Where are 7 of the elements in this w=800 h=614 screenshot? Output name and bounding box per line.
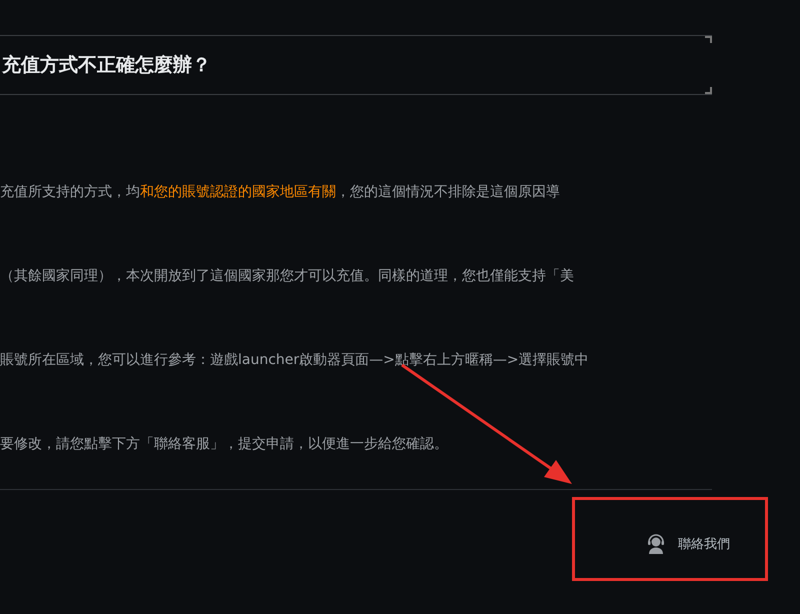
support-agent-icon [646, 534, 666, 554]
answer-paragraph: 要修改，請您點擊下方「聯絡客服」，提交申請，以便進一步給您確認。 [0, 435, 449, 452]
answer-paragraph: （其餘國家同理），本次開放到了這個國家那您才可以充值。同樣的道理，您也僅能支持「美 [0, 267, 575, 284]
question-title: 充值方式不正確怎麼辦？ [1, 53, 211, 78]
answer-paragraph: 充值所支持的方式，均和您的賬號認證的國家地區有關，您的這個情況不排除是這個原因導 [0, 183, 561, 200]
answer-paragraph: 賬號所在區域，您可以進行參考：遊戲launcher啟動器頁面—>點擊右上方暱稱—>選擇賬號中 [0, 351, 590, 368]
contact-us-button[interactable]: 聯絡我們 [638, 528, 738, 560]
